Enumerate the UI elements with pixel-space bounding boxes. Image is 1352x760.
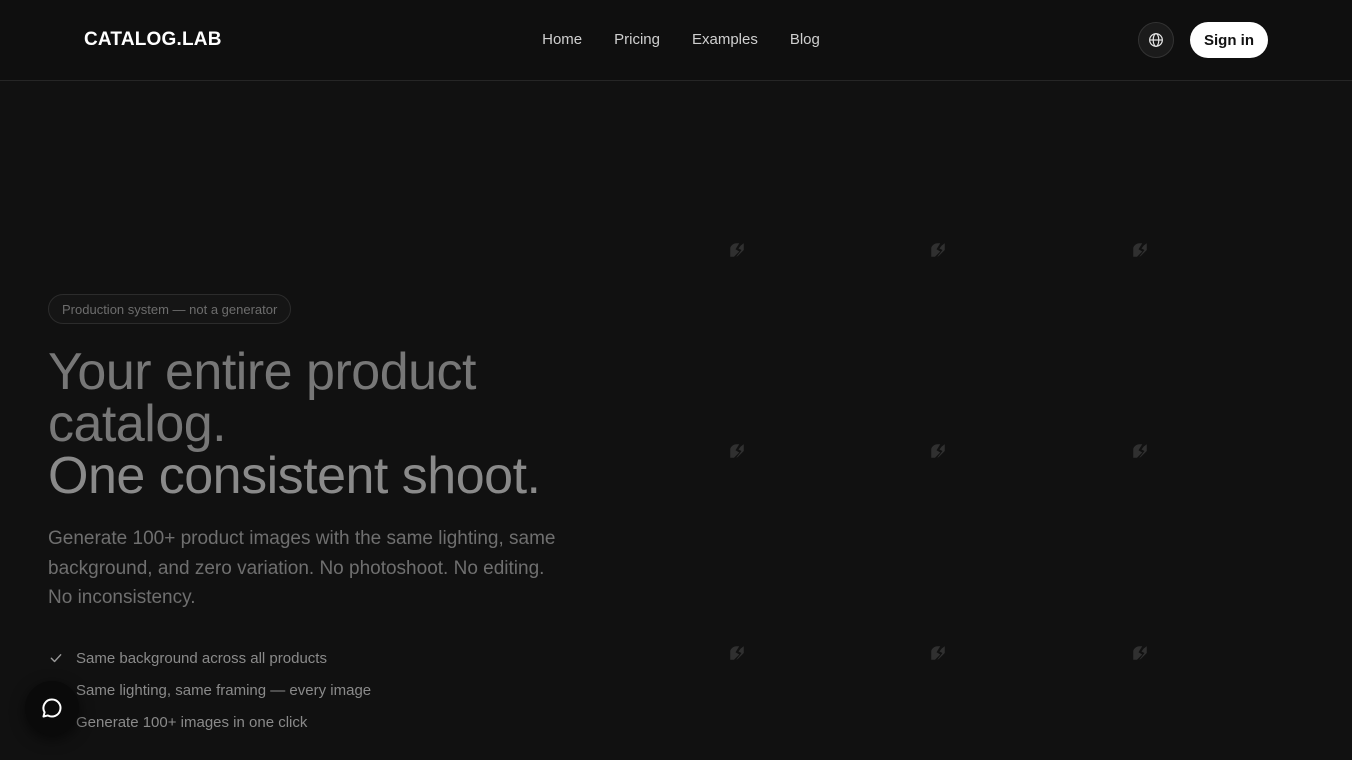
nav-link-examples[interactable]: Examples	[692, 30, 758, 50]
chat-bubble-icon	[42, 698, 62, 718]
feature-label: Same lighting, same framing — every imag…	[76, 681, 372, 699]
broken-image-icon	[727, 240, 747, 260]
nav-link-blog[interactable]: Blog	[790, 30, 820, 50]
nav-link-pricing[interactable]: Pricing	[614, 30, 660, 50]
chat-button[interactable]	[25, 681, 79, 735]
feature-item: Generate 100+ images in one click	[48, 706, 371, 738]
sign-in-button[interactable]: Sign in	[1190, 22, 1268, 58]
feature-item: Same lighting, same framing — every imag…	[48, 674, 371, 706]
top-navigation-bar: CATALOG.LAB Home Pricing Examples Blog S…	[0, 0, 1352, 81]
broken-image-icon	[1130, 240, 1150, 260]
broken-image-icon	[928, 441, 948, 461]
language-button[interactable]	[1138, 22, 1174, 58]
broken-image-icon	[727, 441, 747, 461]
broken-image-icon	[727, 643, 747, 663]
broken-image-icon	[1130, 643, 1150, 663]
broken-image-icon	[928, 240, 948, 260]
feature-item: Same background across all products	[48, 642, 371, 674]
headline-line-1: Your entire product catalog.	[48, 343, 476, 453]
brand-logo[interactable]: CATALOG.LAB	[84, 28, 222, 52]
nav-link-home[interactable]: Home	[542, 30, 582, 50]
check-icon	[48, 650, 64, 666]
broken-image-icon	[1130, 441, 1150, 461]
feature-list: Same background across all products Same…	[48, 642, 371, 738]
feature-label: Generate 100+ images in one click	[76, 713, 308, 731]
headline-line-2: One consistent shoot.	[48, 447, 541, 505]
globe-icon	[1149, 33, 1163, 47]
broken-image-icon	[928, 643, 948, 663]
hero-headline: Your entire product catalog. One consist…	[48, 346, 608, 502]
feature-label: Same background across all products	[76, 649, 327, 667]
hero-subcopy: Generate 100+ product images with the sa…	[48, 528, 556, 608]
hero-badge: Production system — not a generator	[48, 294, 292, 324]
